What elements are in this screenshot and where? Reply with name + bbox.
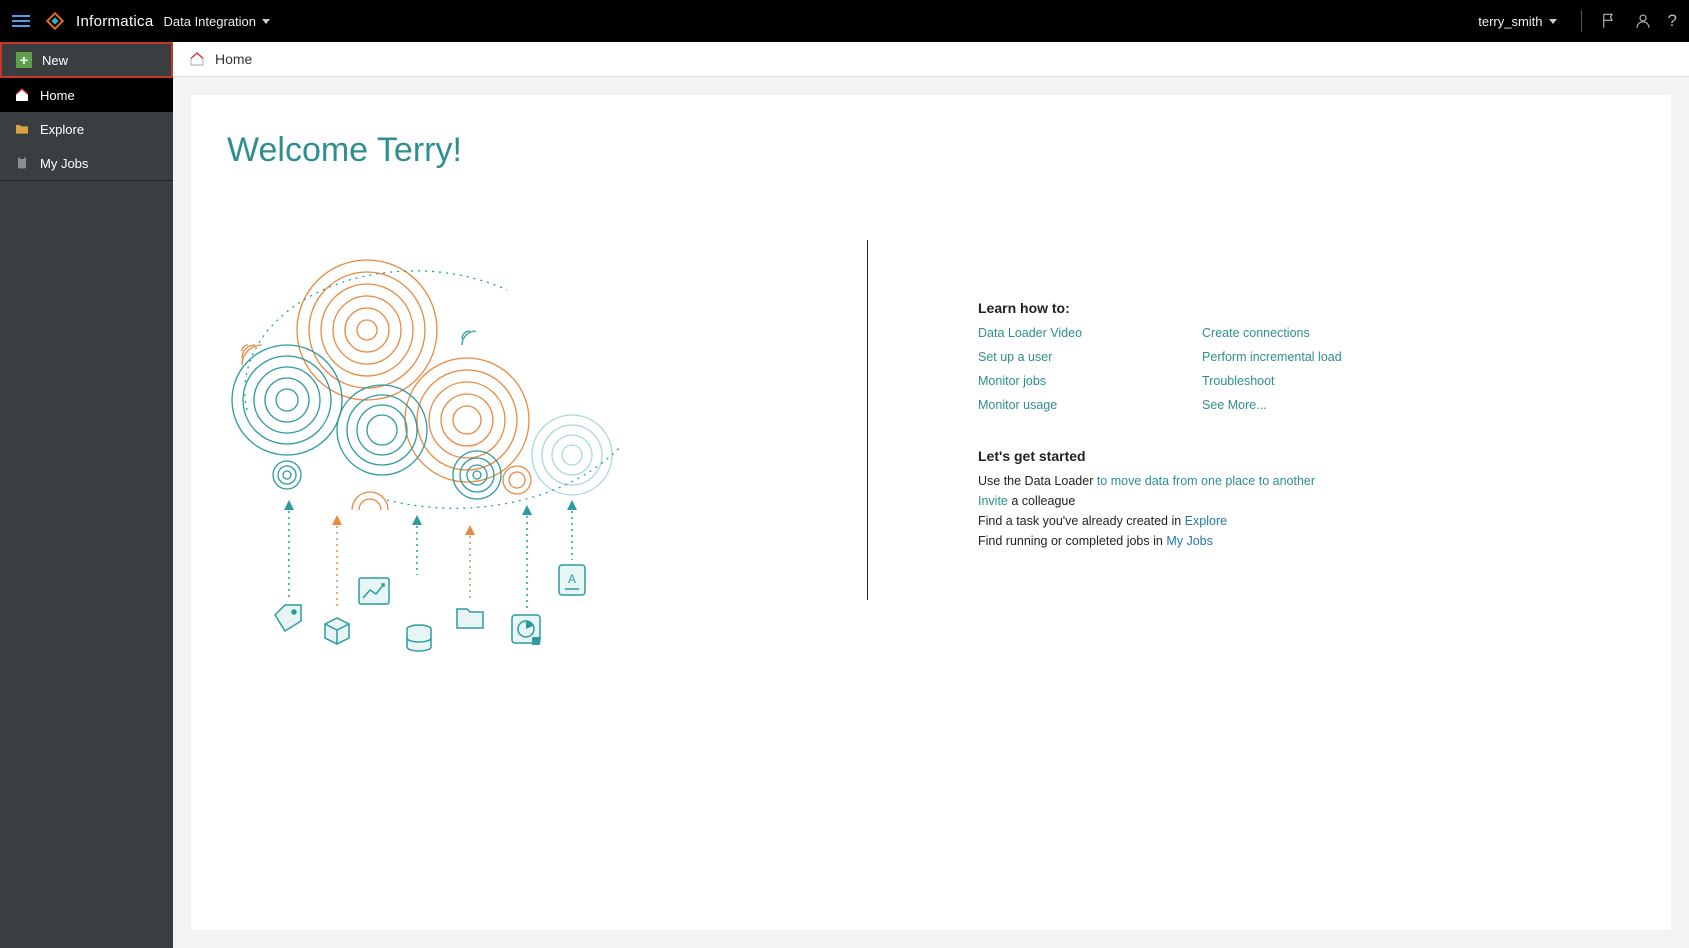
learn-link[interactable]: Data Loader Video [978, 326, 1082, 340]
sidebar-item-label: Home [40, 88, 75, 103]
started-title: Let's get started [978, 448, 1342, 464]
learn-link[interactable]: See More... [1202, 398, 1342, 412]
service-switcher[interactable]: Data Integration [164, 14, 271, 29]
sidebar-item-label: My Jobs [40, 156, 88, 171]
sidebar-new-button[interactable]: + New [0, 42, 173, 78]
home-card: Welcome Terry! [191, 95, 1671, 930]
vertical-divider [867, 240, 868, 600]
sidebar-item-home[interactable]: Home [0, 78, 173, 112]
plus-icon: + [16, 52, 32, 68]
username: terry_smith [1478, 14, 1542, 29]
learn-title: Learn how to: [978, 300, 1342, 316]
informatica-logo-icon [44, 10, 66, 32]
app-header: Informatica Data Integration terry_smith… [0, 0, 1689, 42]
sidebar-new-label: New [42, 53, 68, 68]
home-icon [189, 51, 205, 67]
started-link[interactable]: Invite [978, 494, 1008, 508]
sidebar-item-label: Explore [40, 122, 84, 137]
service-name: Data Integration [164, 14, 257, 29]
right-panel: Learn how to: Data Loader Video Set up a… [978, 240, 1342, 670]
started-link[interactable]: to move data from one place to another [1097, 474, 1315, 488]
sidebar-item-myjobs[interactable]: My Jobs [0, 146, 173, 180]
chevron-down-icon [1549, 19, 1557, 24]
folder-icon [14, 121, 30, 137]
user-menu[interactable]: terry_smith [1478, 14, 1556, 29]
learn-link[interactable]: Perform incremental load [1202, 350, 1342, 364]
learn-link[interactable]: Set up a user [978, 350, 1082, 364]
home-icon [14, 87, 30, 103]
learn-link[interactable]: Monitor jobs [978, 374, 1082, 388]
learn-link[interactable]: Monitor usage [978, 398, 1082, 412]
started-line: Invite a colleague [978, 494, 1342, 508]
started-link-myjobs[interactable]: My Jobs [1166, 534, 1213, 548]
breadcrumb: Home [173, 42, 1689, 77]
started-link-explore[interactable]: Explore [1185, 514, 1227, 528]
flag-icon[interactable] [1600, 12, 1618, 30]
divider [0, 180, 173, 181]
brand-name: Informatica [76, 13, 154, 30]
sidebar-item-explore[interactable]: Explore [0, 112, 173, 146]
started-line: Find running or completed jobs in My Job… [978, 534, 1342, 548]
svg-text:A: A [568, 572, 576, 586]
learn-link[interactable]: Troubleshoot [1202, 374, 1342, 388]
started-line: Use the Data Loader to move data from on… [978, 474, 1342, 488]
welcome-heading: Welcome Terry! [227, 131, 1635, 170]
divider [1581, 10, 1582, 32]
chevron-down-icon [262, 19, 270, 24]
learn-link[interactable]: Create connections [1202, 326, 1342, 340]
clipboard-icon [14, 155, 30, 171]
cloud-illustration: A [227, 240, 807, 670]
sidebar: + New Home Explore My Jobs [0, 42, 173, 948]
main-area: Home Welcome Terry! [173, 42, 1689, 948]
breadcrumb-current: Home [215, 51, 252, 67]
user-icon[interactable] [1634, 12, 1652, 30]
started-line: Find a task you've already created in Ex… [978, 514, 1342, 528]
help-icon[interactable]: ? [1668, 11, 1677, 31]
hamburger-icon[interactable] [12, 11, 32, 31]
